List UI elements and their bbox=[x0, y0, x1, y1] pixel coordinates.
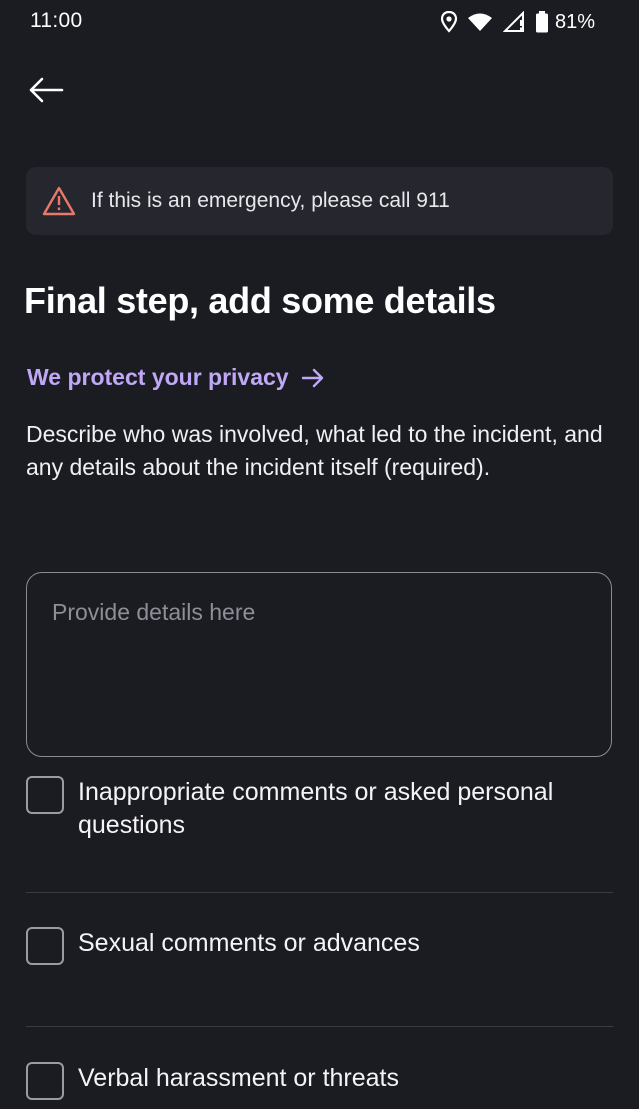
back-button[interactable] bbox=[26, 72, 66, 108]
status-time: 11:00 bbox=[30, 9, 83, 32]
arrow-right-icon bbox=[301, 368, 323, 387]
option-sexual-comments[interactable]: Sexual comments or advances bbox=[26, 927, 613, 965]
divider bbox=[26, 892, 613, 893]
status-icons: 81% bbox=[440, 9, 595, 35]
battery-icon bbox=[535, 11, 549, 33]
checkbox[interactable] bbox=[26, 776, 64, 814]
checkbox[interactable] bbox=[26, 1062, 64, 1100]
emergency-banner: If this is an emergency, please call 911 bbox=[26, 167, 613, 235]
signal-icon bbox=[502, 11, 525, 33]
privacy-link-label: We protect your privacy bbox=[27, 364, 289, 390]
emergency-text: If this is an emergency, please call 911 bbox=[91, 189, 450, 212]
location-icon bbox=[440, 11, 457, 33]
option-verbal-harassment[interactable]: Verbal harassment or threats bbox=[26, 1062, 613, 1100]
option-inappropriate-comments[interactable]: Inappropriate comments or asked personal… bbox=[26, 776, 613, 842]
option-label: Sexual comments or advances bbox=[78, 929, 420, 957]
warning-triangle-icon bbox=[42, 186, 76, 216]
privacy-link[interactable]: We protect your privacy bbox=[27, 364, 325, 391]
arrow-left-icon bbox=[29, 77, 64, 103]
details-input[interactable] bbox=[27, 573, 611, 756]
checkbox[interactable] bbox=[26, 927, 64, 965]
description-text: Describe who was involved, what led to t… bbox=[26, 421, 603, 480]
wifi-icon bbox=[467, 12, 493, 32]
option-label: Inappropriate comments or asked personal… bbox=[78, 778, 554, 839]
page-title: Final step, add some details bbox=[24, 280, 496, 321]
option-label: Verbal harassment or threats bbox=[78, 1064, 399, 1092]
divider bbox=[26, 1026, 613, 1027]
status-bar: 11:00 81% bbox=[0, 0, 639, 44]
battery-percentage: 81% bbox=[554, 10, 595, 33]
details-field-container bbox=[26, 572, 612, 757]
